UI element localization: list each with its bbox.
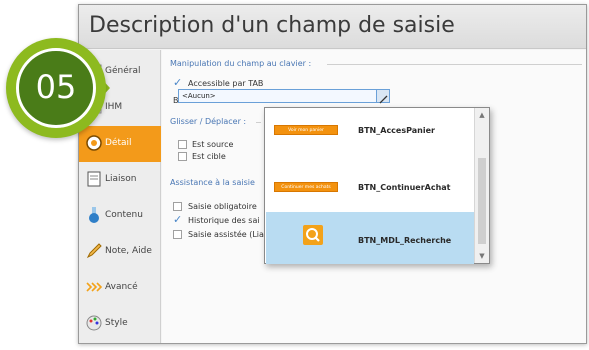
window-title: Description d'un champ de saisie	[89, 13, 455, 38]
dropdown-item-continuer-achat[interactable]: Continuer mes achats BTN_ContinuerAchat	[266, 161, 474, 213]
screenshot-stage: Description d'un champ de saisie Général…	[0, 0, 589, 350]
sidebar-item-label: Style	[105, 318, 128, 328]
target-label: Est cible	[192, 152, 226, 161]
group-title-dragdrop: Glisser / Déplacer :	[170, 117, 247, 126]
target-checkbox[interactable]	[178, 152, 187, 161]
dropdown-scrollbar[interactable]: ▲ ▼	[474, 108, 489, 263]
chevrons-icon	[85, 278, 103, 296]
source-label: Est source	[192, 140, 234, 149]
sidebar-item-note-aide[interactable]: Note, Aide	[79, 234, 161, 270]
edit-icon	[379, 95, 388, 104]
validation-button-combo[interactable]: <Aucun>	[178, 89, 390, 104]
liaison-icon	[85, 170, 103, 188]
sidebar-item-style[interactable]: Style	[79, 306, 161, 342]
history-label: Historique des sai	[188, 216, 260, 225]
dropdown-item-mdl-recherche[interactable]: BTN_MDL_Recherche	[266, 212, 474, 264]
accessible-tab-label: Accessible par TAB	[188, 79, 264, 88]
group-title-keyboard: Manipulation du champ au clavier :	[170, 59, 312, 68]
dropdown-item-name: BTN_ContinuerAchat	[358, 183, 451, 192]
group-title-assist: Assistance à la saisie	[170, 178, 255, 187]
sidebar-item-detail[interactable]: Détail	[79, 126, 161, 162]
group-divider	[327, 64, 582, 65]
combo-dropdown-button[interactable]	[376, 90, 389, 104]
sidebar-item-label: Liaison	[105, 174, 137, 184]
scroll-down-icon[interactable]: ▼	[478, 252, 486, 260]
source-checkbox[interactable]	[178, 140, 187, 149]
step-badge-label: 05	[35, 68, 77, 106]
sidebar-item-label: Contenu	[105, 210, 143, 220]
sidebar-item-liaison[interactable]: Liaison	[79, 162, 161, 198]
assisted-label: Saisie assistée (Lia	[188, 230, 264, 239]
flask-icon	[85, 206, 103, 224]
group-divider	[256, 122, 261, 123]
dropdown-item-acces-panier[interactable]: Voir mon panier BTN_AccesPanier	[266, 109, 474, 161]
dropdown-item-name: BTN_AccesPanier	[358, 126, 435, 135]
scroll-up-icon[interactable]: ▲	[478, 111, 486, 119]
mandatory-label: Saisie obligatoire	[188, 202, 257, 211]
assisted-checkbox[interactable]	[173, 230, 182, 239]
mandatory-checkbox[interactable]	[173, 202, 182, 211]
title-bar: Description d'un champ de saisie	[79, 5, 586, 49]
pencil-icon	[85, 242, 103, 260]
preview-button: Voir mon panier	[274, 125, 338, 135]
sidebar-item-contenu[interactable]: Contenu	[79, 198, 161, 234]
dropdown-item-name: BTN_MDL_Recherche	[358, 236, 452, 245]
sidebar-item-label: Avancé	[105, 282, 138, 292]
sidebar-item-label: Général	[105, 66, 141, 76]
search-icon	[303, 225, 323, 245]
detail-icon	[85, 134, 103, 152]
palette-icon	[85, 314, 103, 332]
scroll-thumb[interactable]	[478, 158, 486, 244]
checkmark-icon: ✓	[173, 213, 183, 226]
validation-button-dropdown: Voir mon panier BTN_AccesPanier Continue…	[264, 107, 490, 264]
checkmark-icon: ✓	[173, 76, 183, 89]
sidebar-item-avance[interactable]: Avancé	[79, 270, 161, 306]
preview-button: Continuer mes achats	[274, 182, 338, 192]
combo-value: <Aucun>	[182, 92, 216, 100]
sidebar-item-label: Détail	[105, 138, 132, 148]
sidebar-item-label: Note, Aide	[105, 246, 152, 256]
